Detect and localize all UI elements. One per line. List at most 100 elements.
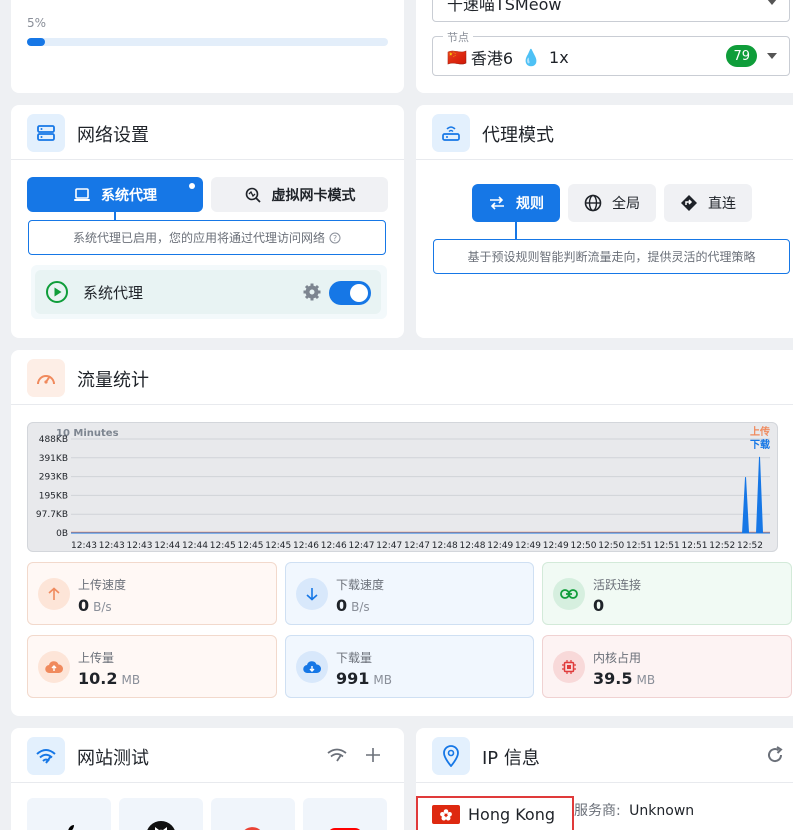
node-multiplier: 1x [549,47,569,67]
x-tick-label: 12:52 [737,541,763,551]
apple-icon [68,825,74,830]
swap-arrows-icon [490,196,504,210]
ip-country: Hong Kong [468,804,555,824]
x-tick-label: 12:43 [71,541,97,551]
x-tick-label: 12:44 [182,541,208,551]
hong-kong-flag-icon [432,804,460,824]
stat-core-memory: 内核占用 39.5 MB [542,635,792,698]
x-tick-label: 12:51 [626,541,652,551]
x-tick-label: 12:45 [210,541,236,551]
system-proxy-toggle[interactable] [329,281,371,305]
gear-icon[interactable] [303,283,321,301]
x-tick-label: 12:47 [376,541,402,551]
x-tick-label: 12:50 [571,541,597,551]
progress-bar [27,38,388,46]
location-pin-icon [432,737,470,775]
y-tick-label: 0B [56,529,68,539]
node-select-legend: 节点 [443,29,473,45]
x-tick-label: 12:48 [432,541,458,551]
mode-global-button[interactable]: 全局 [568,184,656,222]
y-tick-label: 195KB [39,491,68,501]
tab-tun-mode-label: 虚拟网卡模式 [271,187,356,204]
progress-label: 5% [27,16,47,30]
stat-unit: MB [373,673,392,687]
y-tick-label: 293KB [39,473,68,483]
add-icon[interactable] [362,744,384,766]
stat-number: 0 [593,596,605,615]
x-tick-label: 12:50 [598,541,624,551]
x-tick-label: 12:49 [543,541,569,551]
help-circle-icon: ? [329,232,341,243]
x-tick-label: 12:49 [487,541,513,551]
stat-label: 上传量 [78,651,115,665]
stat-label: 下载速度 [336,578,385,592]
stat-label: 活跃连接 [593,578,642,592]
site-tile-youtube[interactable] [303,798,387,830]
legend-download: 下载 [750,438,770,451]
stat-value: 991 MB [336,669,392,688]
arrow-up-icon [38,578,70,610]
tab-system-proxy[interactable]: 系统代理 [27,177,203,212]
stat-download-total: 下载量 991 MB [285,635,534,698]
speed-test-icon[interactable] [326,744,348,766]
speedometer-icon [27,359,65,397]
refresh-icon[interactable] [764,744,786,766]
progress-bar-fill [27,38,46,46]
arrow-down-icon [296,578,328,610]
x-tick-label: 12:43 [127,541,153,551]
mode-direct-button[interactable]: 直连 [664,184,752,222]
toggle-knob [350,284,368,302]
stat-unit: B/s [351,600,370,614]
site-test-card: 网站测试 [11,728,404,830]
network-settings-card: 网络设置 系统代理 虚拟网卡模式 系统代理已启用，您的应用将通过代理访问网络 ?… [11,105,404,338]
proxy-mode-card: 代理模式 规则 全局 直连 基于预设规则智能判断流量走向，提供灵活的代理策略 [416,105,793,338]
y-tick-label: 97.7KB [36,510,68,520]
stat-download-speed: 下载速度 0 B/s [285,562,534,625]
direction-sign-icon [681,195,697,211]
y-tick-label: 391KB [39,454,68,464]
globe-icon [584,194,602,212]
mode-direct-label: 直连 [708,196,736,212]
mode-rule-button[interactable]: 规则 [472,184,560,222]
ip-isp-label: 服务商: [574,803,621,819]
stat-active-connections: 活跃连接 0 [542,562,792,625]
group-select-value: 千速喵TSMeow [447,0,562,14]
card-title: IP 信息 [482,748,540,769]
card-header: 网站测试 [11,728,404,783]
chip-icon [553,651,585,683]
group-select[interactable]: 千速喵TSMeow [432,0,790,22]
proxy-select-card: 千速喵TSMeow 节点 🇨🇳 香港6 💧 1x 79 [416,0,793,93]
ip-isp-value: Unknown [629,803,695,819]
network-info-text: 系统代理已启用，您的应用将通过代理访问网络 [72,231,325,245]
tab-system-proxy-label: 系统代理 [101,187,157,204]
china-flag-icon: 🇨🇳 [447,47,467,67]
stat-label: 上传速度 [78,578,127,592]
stat-upload-total: 上传量 10.2 MB [27,635,277,698]
traffic-chart: 10 Minutes 0B 97.7KB 195KB 293KB 391KB 488KB 12… [27,422,778,552]
site-tile-apple[interactable] [27,798,111,830]
mode-rule-label: 规则 [516,196,544,212]
node-select[interactable]: 节点 🇨🇳 香港6 💧 1x 79 [432,29,790,76]
stat-number: 39.5 [593,669,633,688]
stat-label: 下载量 [336,651,373,665]
stat-number: 10.2 [78,669,118,688]
traffic-card: 流量统计 10 Minutes 0B 97.7KB 195KB 293KB 391KB 48… [11,350,793,716]
stat-value: 0 B/s [78,596,112,615]
ip-country-box: Hong Kong [416,796,574,830]
stat-upload-speed: 上传速度 0 B/s [27,562,277,625]
stat-number: 0 [78,596,90,615]
play-circle-icon [46,281,68,303]
site-tile-google[interactable] [211,798,295,830]
card-title: 网站测试 [77,748,149,769]
mode-connector [515,222,517,239]
x-tick-label: 12:51 [682,541,708,551]
chevron-down-icon [767,0,777,5]
stat-value: 0 B/s [336,596,370,615]
tab-tun-mode[interactable]: 虚拟网卡模式 [211,177,388,212]
traffic-chart-svg: 10 Minutes0B97.7KB195KB293KB391KB488KB12… [36,425,770,551]
site-tile-github[interactable] [119,798,203,830]
link-icon [553,578,585,610]
card-header: 代理模式 [416,105,793,160]
wifi-icon [27,737,65,775]
card-header: IP 信息 [416,728,793,783]
